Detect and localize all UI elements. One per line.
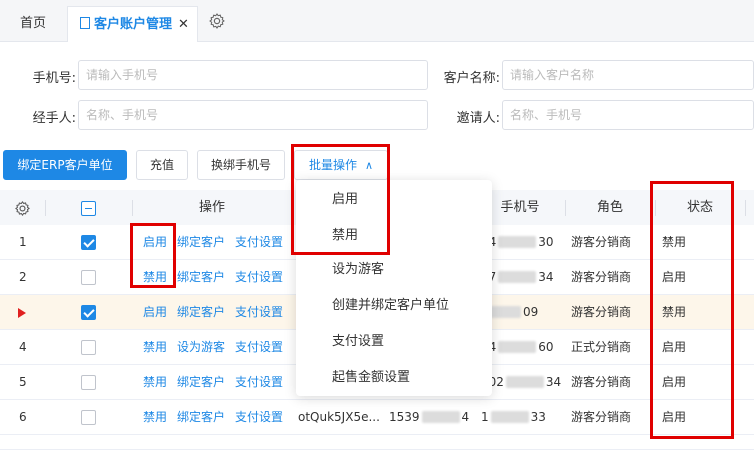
row-action-secondary[interactable]: 绑定客户: [177, 260, 225, 295]
row-role: 游客分销商: [571, 270, 632, 284]
phone-suffix: 09: [523, 305, 539, 319]
masked-blur: [490, 411, 529, 423]
row-role: 游客分销商: [571, 235, 632, 249]
masked-blur: [498, 341, 537, 353]
masked-blur: [498, 271, 537, 283]
row-action-payment[interactable]: 支付设置: [235, 400, 283, 435]
tab-home-label: 首页: [20, 16, 47, 31]
phone-suffix: 60: [538, 340, 554, 354]
row-checkbox[interactable]: [81, 305, 96, 320]
masked-blur: [421, 411, 460, 423]
row-checkbox[interactable]: [81, 410, 96, 425]
column-divider: [745, 200, 746, 216]
phone-suffix: 34: [545, 375, 562, 389]
change-phone-button[interactable]: 换绑手机号: [197, 150, 285, 180]
header-phone: 手机号: [500, 200, 540, 215]
row-role: 正式分销商: [571, 340, 632, 354]
row-action-payment[interactable]: 支付设置: [235, 330, 283, 365]
row-id-masked: 1539 4: [389, 400, 469, 435]
row-action-payment[interactable]: 支付设置: [235, 225, 283, 260]
phone-label: 手机号:: [32, 71, 76, 86]
row-index: 5: [19, 375, 27, 389]
gear-icon[interactable]: [208, 12, 226, 30]
tab-active-label: 客户账户管理: [94, 17, 173, 32]
inviter-label: 邀请人:: [456, 111, 500, 126]
inviter-input[interactable]: [502, 100, 754, 130]
row-action-secondary[interactable]: 设为游客: [177, 330, 225, 365]
row-action-toggle[interactable]: 禁用: [143, 400, 167, 435]
row-action-payment[interactable]: 支付设置: [235, 365, 283, 400]
menu-item-set-guest[interactable]: 设为游客: [296, 252, 492, 288]
row-checkbox[interactable]: [81, 375, 96, 390]
id-suffix: 4: [461, 410, 470, 424]
customer-name-label: 客户名称:: [443, 71, 500, 86]
masked-blur: [498, 236, 537, 248]
row-action-secondary[interactable]: 绑定客户: [177, 400, 225, 435]
row-phone-masked: 1 33: [481, 400, 546, 435]
row-action-payment[interactable]: 支付设置: [235, 295, 283, 330]
annotation-box-status: [650, 181, 734, 439]
row-phone-masked: 302 34: [481, 365, 561, 400]
header-action: 操作: [198, 200, 225, 215]
customer-name-input[interactable]: [502, 60, 754, 90]
select-all-checkbox[interactable]: [81, 201, 96, 216]
row-role: 游客分销商: [571, 410, 632, 424]
row-index: 4: [19, 340, 27, 354]
row-index: 1: [19, 235, 27, 249]
handler-input[interactable]: [78, 100, 428, 130]
row-action-secondary[interactable]: 绑定客户: [177, 225, 225, 260]
table-row-partial: [0, 435, 754, 450]
row-checkbox[interactable]: [81, 270, 96, 285]
phone-prefix: 1: [481, 410, 489, 424]
tab-home[interactable]: 首页: [20, 6, 46, 42]
phone-suffix: 30: [538, 235, 554, 249]
row-role: 游客分销商: [571, 375, 632, 389]
annotation-box-batch: [291, 144, 390, 255]
current-row-arrow-icon: [18, 308, 26, 318]
close-icon[interactable]: ✕: [178, 7, 189, 43]
recharge-button[interactable]: 充值: [136, 150, 188, 180]
row-action-toggle[interactable]: 禁用: [143, 330, 167, 365]
masked-blur: [505, 376, 544, 388]
phone-suffix: 34: [538, 270, 554, 284]
row-role: 游客分销商: [571, 305, 632, 319]
menu-item-payment-settings[interactable]: 支付设置: [296, 324, 492, 360]
row-index: 6: [19, 410, 27, 424]
phone-input[interactable]: [78, 60, 428, 90]
row-action-secondary[interactable]: 绑定客户: [177, 365, 225, 400]
row-action-secondary[interactable]: 绑定客户: [177, 295, 225, 330]
row-checkbox[interactable]: [81, 235, 96, 250]
row-action-toggle[interactable]: 禁用: [143, 365, 167, 400]
row-action-toggle[interactable]: 启用: [143, 295, 167, 330]
table-row[interactable]: 6 禁用 绑定客户 支付设置 otQuk5JX5e... 1539 4 1 33 游客分销商 启用: [0, 400, 754, 435]
tab-bar: 首页 客户账户管理 ✕: [0, 0, 754, 42]
tab-customer-account[interactable]: 客户账户管理 ✕: [67, 6, 198, 42]
row-checkbox[interactable]: [81, 340, 96, 355]
header-role: 角色: [596, 200, 623, 215]
phone-suffix: 33: [530, 410, 546, 424]
menu-item-create-bind[interactable]: 创建并绑定客户单位: [296, 288, 492, 324]
bind-erp-button[interactable]: 绑定ERP客户单位: [3, 150, 127, 180]
app-root: 首页 客户账户管理 ✕ 手机号: 客户名称: 经手人: 邀请人: 绑定ERP客户单…: [0, 0, 754, 450]
column-divider: [45, 200, 46, 216]
annotation-box-actions: [130, 223, 176, 288]
row-index: 2: [19, 270, 27, 284]
row-customer-name: otQuk5JX5e...: [298, 410, 380, 424]
handler-label: 经手人:: [32, 111, 76, 126]
column-settings-gear-icon[interactable]: [14, 200, 31, 217]
row-action-payment[interactable]: 支付设置: [235, 260, 283, 295]
id-prefix: 1539: [389, 410, 420, 424]
document-icon: [80, 17, 90, 29]
menu-item-min-amount[interactable]: 起售金额设置: [296, 360, 492, 396]
